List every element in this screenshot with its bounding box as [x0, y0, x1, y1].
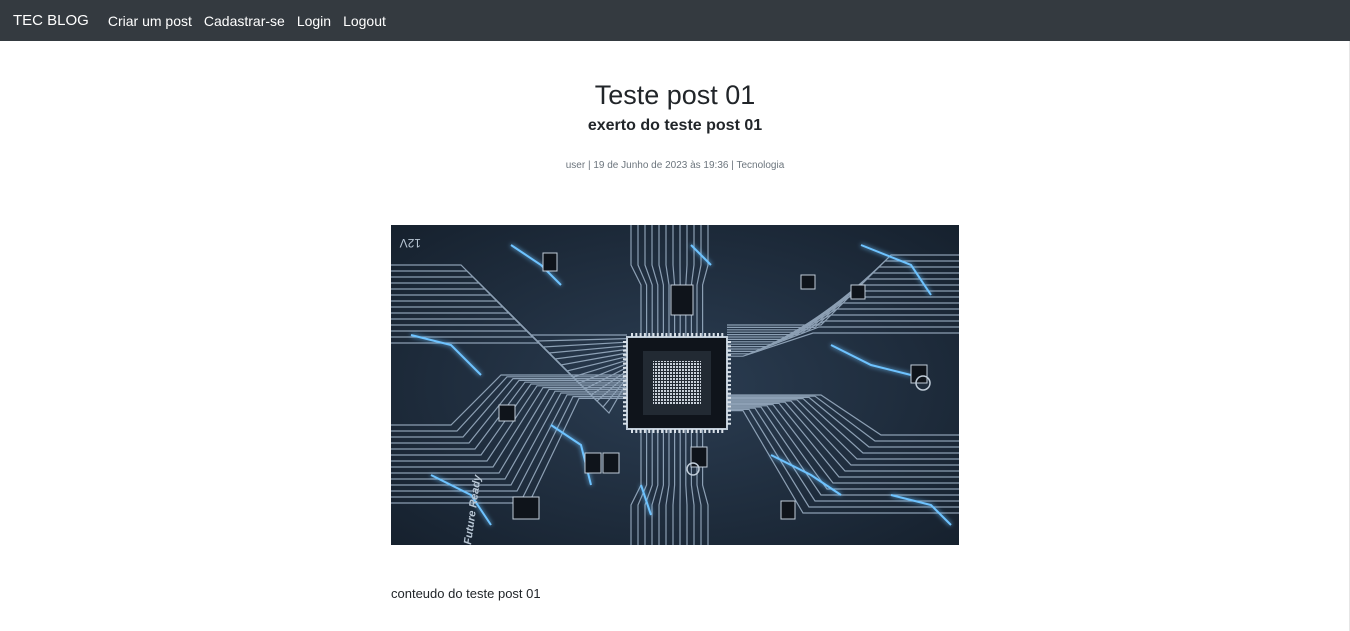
circuit-board-image: 12V Future Ready: [391, 225, 959, 545]
post-content: conteudo do teste post 01: [391, 586, 541, 601]
post-meta: user | 19 de Junho de 2023 às 19:36 | Te…: [0, 160, 1350, 171]
post-author: user: [565, 160, 586, 171]
nav-link-cadastrar[interactable]: Cadastrar-se: [204, 13, 285, 29]
post-date: 19 de Junho de 2023 às 19:36: [593, 160, 729, 171]
post-category: Tecnologia: [736, 160, 785, 171]
post-title: Teste post 01: [594, 80, 756, 110]
nav-link-logout[interactable]: Logout: [343, 13, 386, 29]
post-excerpt: exerto do teste post 01: [587, 117, 763, 134]
board-label-12v: 12V: [400, 236, 421, 250]
brand-link[interactable]: TEC BLOG: [13, 12, 89, 29]
nav-link-criar-post[interactable]: Criar um post: [108, 13, 192, 29]
post-image: 12V Future Ready: [391, 225, 959, 545]
navbar: TEC BLOG Criar um post Cadastrar-se Logi…: [0, 0, 1350, 41]
nav-link-login[interactable]: Login: [297, 13, 331, 29]
